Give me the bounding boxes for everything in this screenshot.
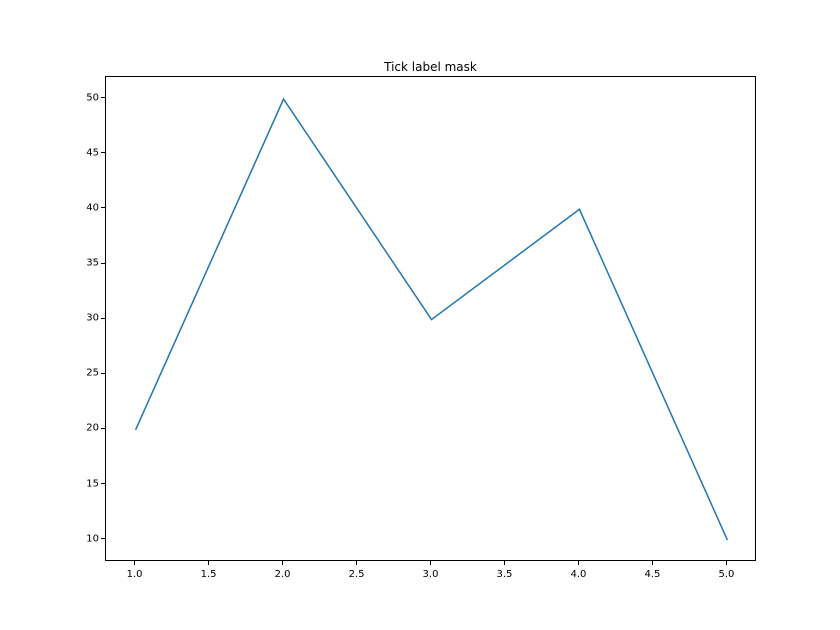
line-series (136, 99, 728, 540)
y-tick-mark (101, 428, 105, 429)
x-tick-label: 5.0 (718, 569, 734, 580)
y-tick-mark (101, 318, 105, 319)
y-tick-mark (101, 538, 105, 539)
y-tick-label: 10 (86, 533, 99, 544)
y-tick-label: 15 (86, 478, 99, 489)
y-tick-label: 20 (86, 423, 99, 434)
x-tick-label: 3.0 (423, 569, 439, 580)
x-tick-label: 1.0 (127, 569, 143, 580)
x-tick-mark (282, 561, 283, 565)
x-tick-label: 2.5 (349, 569, 365, 580)
figure: Tick label mask 1.0 1.5 2.0 2.5 3.0 3.5 4.0 4.5… (0, 0, 840, 630)
x-tick-mark (356, 561, 357, 565)
x-tick-label: 4.0 (571, 569, 587, 580)
y-tick-mark (101, 373, 105, 374)
x-tick-label: 3.5 (497, 569, 513, 580)
y-tick-mark (101, 483, 105, 484)
y-tick-mark (101, 207, 105, 208)
x-tick-mark (504, 561, 505, 565)
y-tick-label: 30 (86, 313, 99, 324)
y-tick-label: 40 (86, 202, 99, 213)
plot-area (106, 77, 757, 562)
chart-title: Tick label mask (105, 60, 756, 74)
y-tick-label: 50 (86, 92, 99, 103)
y-tick-label: 25 (86, 368, 99, 379)
x-tick-mark (578, 561, 579, 565)
x-tick-mark (208, 561, 209, 565)
y-tick-mark (101, 263, 105, 264)
y-tick-mark (101, 97, 105, 98)
x-tick-mark (726, 561, 727, 565)
x-tick-label: 2.0 (275, 569, 291, 580)
x-tick-mark (134, 561, 135, 565)
y-tick-label: 45 (86, 147, 99, 158)
y-tick-mark (101, 152, 105, 153)
plot-axes (105, 76, 756, 561)
x-tick-label: 4.5 (644, 569, 660, 580)
x-tick-label: 1.5 (201, 569, 217, 580)
y-tick-label: 35 (86, 258, 99, 269)
x-tick-mark (430, 561, 431, 565)
x-tick-mark (652, 561, 653, 565)
